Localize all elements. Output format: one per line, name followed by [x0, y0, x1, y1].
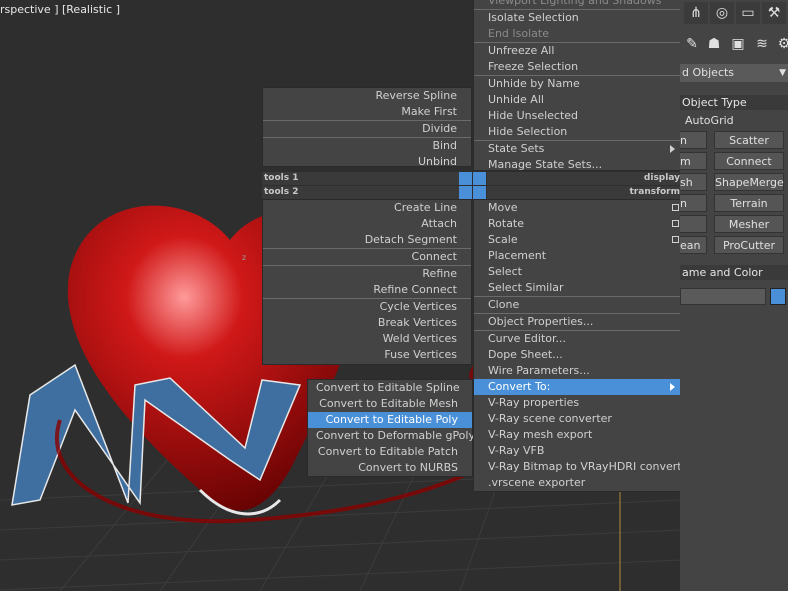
- menu-item-dope-sheet[interactable]: Dope Sheet...: [474, 347, 681, 363]
- cameras-icon[interactable]: ☗: [702, 33, 726, 55]
- menu-item-make-first[interactable]: Make First: [263, 104, 471, 120]
- create-button-cut-1[interactable]: n: [680, 131, 707, 149]
- menu-item-weld-vertices[interactable]: Weld Vertices: [263, 331, 471, 347]
- menu-item-hide-selection[interactable]: Hide Selection: [474, 124, 681, 140]
- quad-header-tools2: tools 2: [262, 186, 459, 199]
- shapemerge-button[interactable]: ShapeMerge: [714, 173, 784, 191]
- chevron-down-icon: ▼: [779, 68, 786, 78]
- object-name-field[interactable]: [680, 288, 766, 305]
- settings-box-icon[interactable]: [672, 236, 679, 243]
- menu-item-select-similar[interactable]: Select Similar: [474, 280, 681, 296]
- menu-item-scale[interactable]: Scale: [474, 232, 681, 248]
- utilities-icon[interactable]: ⚒: [762, 2, 786, 24]
- menu-item-manage-state-sets[interactable]: Manage State Sets...: [474, 157, 681, 173]
- menu-item-vray-vfb[interactable]: V-Ray VFB: [474, 443, 681, 459]
- menu-item-vray-properties[interactable]: V-Ray properties: [474, 395, 681, 411]
- quad-menu-tools2: Create Line Attach Detach Segment Connec…: [262, 199, 472, 365]
- spacewarps-icon[interactable]: ≋: [750, 33, 774, 55]
- scatter-button[interactable]: Scatter: [714, 131, 784, 149]
- menu-item-reverse-spline[interactable]: Reverse Spline: [263, 88, 471, 104]
- lights-icon[interactable]: ✎: [680, 33, 704, 55]
- menu-item-convert-spline[interactable]: Convert to Editable Spline: [308, 380, 472, 396]
- menu-item-unhide-by-name[interactable]: Unhide by Name: [474, 76, 681, 92]
- object-type-rollout[interactable]: Object Type: [680, 95, 788, 110]
- create-button-cut-2[interactable]: m: [680, 152, 707, 170]
- menu-item-convert-poly[interactable]: Convert to Editable Poly: [308, 412, 472, 428]
- settings-box-icon[interactable]: [672, 220, 679, 227]
- quad-menu-display: Viewport Lighting and Shadows Isolate Se…: [473, 0, 682, 171]
- submenu-arrow-icon: [670, 383, 675, 391]
- menu-item-convert-gpoly[interactable]: Convert to Deformable gPoly: [308, 428, 475, 444]
- menu-item-move[interactable]: Move: [474, 200, 681, 216]
- name-and-color-rollout[interactable]: ame and Color: [680, 265, 788, 280]
- menu-item-viewport-lighting[interactable]: Viewport Lighting and Shadows: [474, 0, 681, 9]
- quad-menu-tools1: Reverse Spline Make First Divide Bind Un…: [262, 87, 472, 170]
- quad-menu-transform: Move Rotate Scale Placement Select Selec…: [473, 199, 693, 492]
- menu-item-convert-nurbs[interactable]: Convert to NURBS: [308, 460, 472, 476]
- menu-item-convert-to[interactable]: Convert To:: [474, 379, 681, 395]
- menu-item-connect[interactable]: Connect: [263, 249, 471, 265]
- menu-item-divide[interactable]: Divide: [263, 121, 471, 137]
- create-button-cut-6[interactable]: ean: [680, 236, 707, 254]
- menu-item-wire-parameters[interactable]: Wire Parameters...: [474, 363, 681, 379]
- terrain-button[interactable]: Terrain: [714, 194, 784, 212]
- menu-item-convert-patch[interactable]: Convert to Editable Patch: [308, 444, 472, 460]
- menu-item-detach-segment[interactable]: Detach Segment: [263, 232, 471, 248]
- menu-item-unhide-all[interactable]: Unhide All: [474, 92, 681, 108]
- quad-header-tools1: tools 1: [262, 172, 459, 185]
- viewport-label[interactable]: rspective ] [Realistic ]: [0, 3, 120, 16]
- quad-indicator-bl[interactable]: [459, 186, 472, 199]
- quad-header-transform: transform: [487, 186, 682, 199]
- menu-item-attach[interactable]: Attach: [263, 216, 471, 232]
- menu-item-clone[interactable]: Clone: [474, 297, 681, 313]
- menu-item-fuse-vertices[interactable]: Fuse Vertices: [263, 347, 471, 363]
- menu-item-object-properties[interactable]: Object Properties...: [474, 314, 681, 330]
- menu-item-refine[interactable]: Refine: [263, 266, 471, 282]
- helpers-icon[interactable]: ▣: [726, 33, 750, 55]
- menu-item-freeze-selection[interactable]: Freeze Selection: [474, 59, 681, 75]
- quad-indicator-tl[interactable]: [459, 172, 472, 185]
- menu-item-vrscene-exporter[interactable]: .vrscene exporter: [474, 475, 681, 491]
- object-color-swatch[interactable]: [770, 288, 786, 305]
- quad-indicator-br[interactable]: [473, 186, 486, 199]
- menu-item-unbind[interactable]: Unbind: [263, 154, 471, 170]
- menu-item-cycle-vertices[interactable]: Cycle Vertices: [263, 299, 471, 315]
- systems-icon[interactable]: ⚙: [772, 33, 788, 55]
- menu-item-vray-bitmap-converter[interactable]: V-Ray Bitmap to VRayHDRI converter: [474, 459, 693, 475]
- menu-item-end-isolate[interactable]: End Isolate: [474, 26, 681, 42]
- create-button-cut-3[interactable]: sh: [680, 173, 707, 191]
- menu-item-unfreeze-all[interactable]: Unfreeze All: [474, 43, 681, 59]
- mesher-button[interactable]: Mesher: [714, 215, 784, 233]
- autogrid-checkbox[interactable]: AutoGrid: [685, 114, 734, 127]
- create-button-cut-4[interactable]: n: [680, 194, 707, 212]
- menu-item-vray-scene-converter[interactable]: V-Ray scene converter: [474, 411, 681, 427]
- menu-item-vray-mesh-export[interactable]: V-Ray mesh export: [474, 427, 681, 443]
- menu-item-isolate-selection[interactable]: Isolate Selection: [474, 10, 681, 26]
- menu-item-curve-editor[interactable]: Curve Editor...: [474, 331, 681, 347]
- connect-button[interactable]: Connect: [714, 152, 784, 170]
- menu-item-rotate[interactable]: Rotate: [474, 216, 681, 232]
- menu-item-hide-unselected[interactable]: Hide Unselected: [474, 108, 681, 124]
- procutter-button[interactable]: ProCutter: [714, 236, 784, 254]
- quad-header-display: display: [487, 172, 682, 185]
- menu-item-select[interactable]: Select: [474, 264, 681, 280]
- menu-item-convert-mesh[interactable]: Convert to Editable Mesh: [308, 396, 472, 412]
- quad-indicator-tr[interactable]: [473, 172, 486, 185]
- display-icon[interactable]: ▭: [736, 2, 760, 24]
- hierarchy-icon[interactable]: ⋔: [684, 2, 708, 24]
- menu-item-refine-connect[interactable]: Refine Connect: [263, 282, 471, 298]
- axis-label: z: [242, 253, 247, 262]
- motion-icon[interactable]: ◎: [710, 2, 734, 24]
- menu-item-create-line[interactable]: Create Line: [263, 200, 471, 216]
- menu-item-break-vertices[interactable]: Break Vertices: [263, 315, 471, 331]
- settings-box-icon[interactable]: [672, 204, 679, 211]
- menu-item-placement[interactable]: Placement: [474, 248, 681, 264]
- menu-item-state-sets[interactable]: State Sets: [474, 141, 681, 157]
- submenu-arrow-icon: [670, 145, 675, 153]
- category-dropdown[interactable]: d Objects ▼: [680, 64, 788, 82]
- create-button-cut-5[interactable]: [680, 215, 707, 233]
- menu-item-bind[interactable]: Bind: [263, 138, 471, 154]
- convert-to-submenu: Convert to Editable Spline Convert to Ed…: [307, 379, 475, 477]
